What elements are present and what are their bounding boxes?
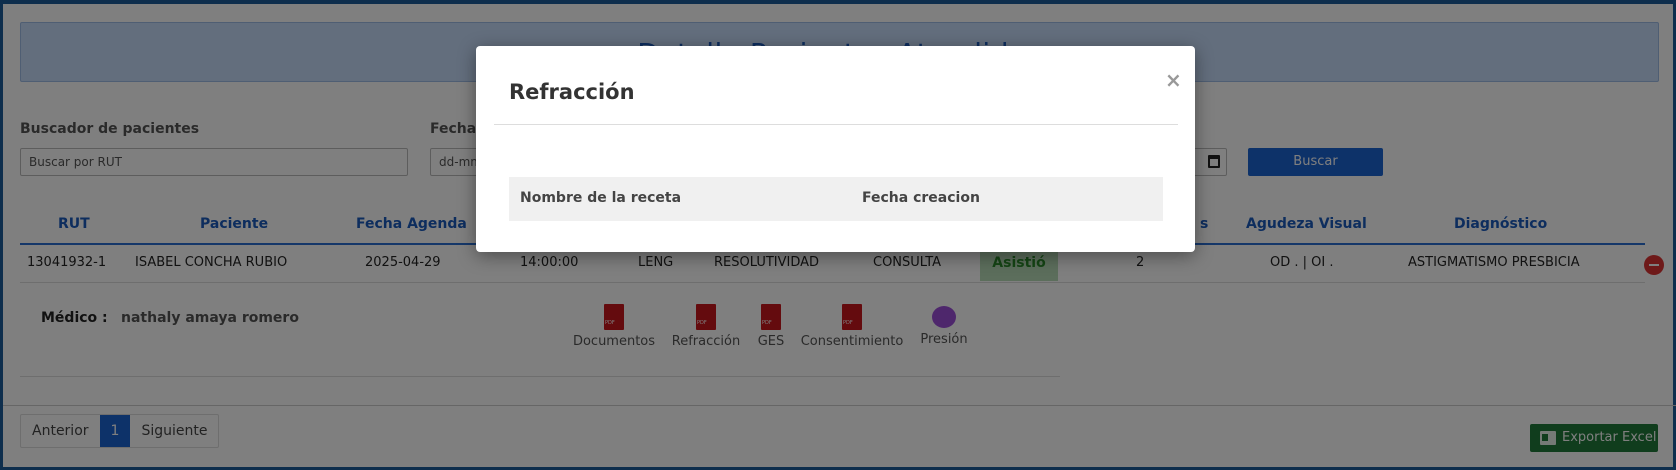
modal-divider	[494, 124, 1178, 125]
modal-title: Refracción	[509, 80, 635, 104]
close-icon[interactable]: ×	[1165, 68, 1182, 92]
modal-table-header: Nombre de la receta Fecha creacion	[509, 177, 1163, 221]
refraccion-modal: Refracción × Nombre de la receta Fecha c…	[476, 46, 1195, 252]
col-fecha-creacion: Fecha creacion	[862, 190, 980, 206]
col-nombre-receta: Nombre de la receta	[520, 190, 682, 206]
